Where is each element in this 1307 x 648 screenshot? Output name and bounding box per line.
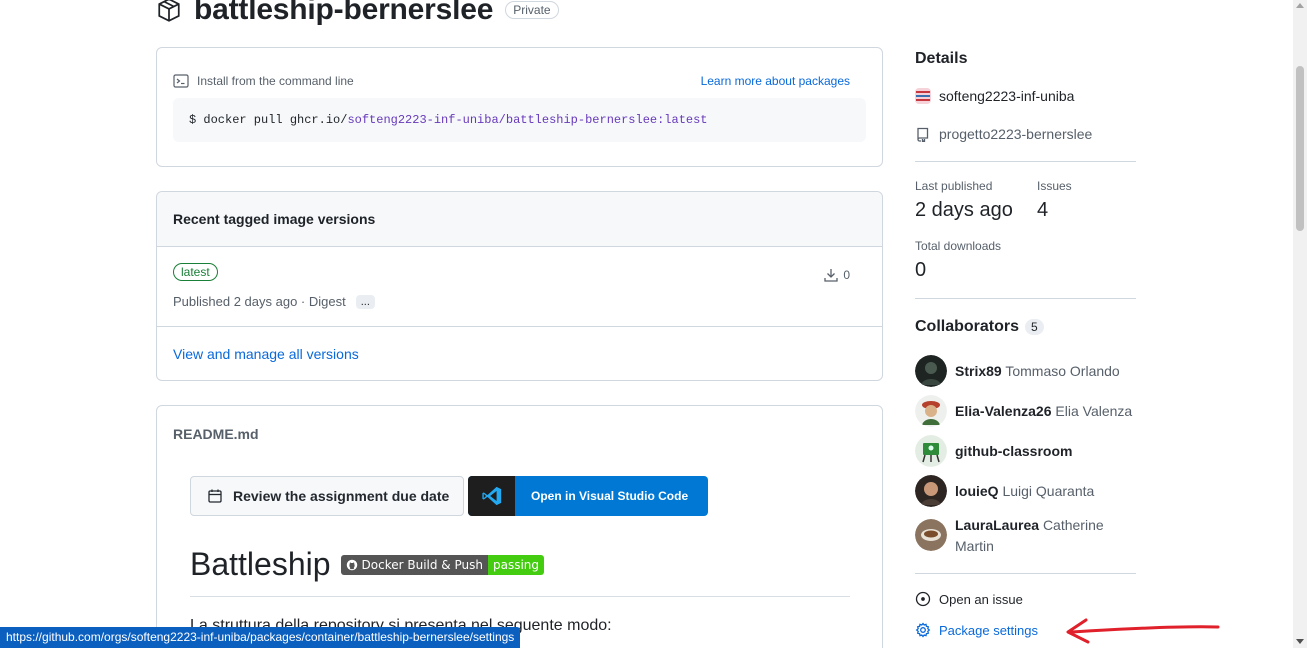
review-due-date-button[interactable]: Review the assignment due date [190, 476, 464, 516]
terminal-icon [173, 74, 189, 88]
learn-more-link[interactable]: Learn more about packages [701, 74, 850, 88]
badge-status: passing [487, 554, 544, 575]
total-downloads-label: Total downloads [915, 239, 1002, 253]
collaborator-item[interactable]: Strix89 Tommaso Orlando [915, 355, 1136, 387]
collaborator-login: louieQ [955, 482, 999, 499]
page-header: battleship-bernerslee Private [156, 0, 559, 28]
collaborator-item[interactable]: louieQ Luigi Quaranta [915, 475, 1136, 507]
repo-link[interactable]: progetto2223-bernerslee [915, 126, 1092, 142]
versions-panel: Recent tagged image versions latest Publ… [156, 191, 883, 381]
open-vscode-label: Open in Visual Studio Code [531, 489, 689, 503]
page-title: battleship-bernerslee [194, 0, 494, 26]
details-heading: Details [915, 50, 968, 67]
collaborator-item[interactable]: LauraLaurea Catherine Martin [915, 515, 1136, 557]
sidebar-divider [915, 573, 1136, 574]
version-downloads: 0 [823, 267, 850, 283]
published-text: Published 2 days ago · Digest [173, 294, 346, 309]
download-count: 0 [843, 268, 850, 282]
digest-expand-button[interactable]: ... [355, 294, 375, 309]
review-due-date-label: Review the assignment due date [233, 488, 450, 504]
collaborator-name: Luigi Quaranta [1002, 482, 1095, 499]
package-settings-label: Package settings [939, 622, 1039, 638]
open-vscode-button[interactable]: Open in Visual Studio Code [468, 476, 708, 516]
command-org: softeng2223-inf-uniba [347, 113, 499, 127]
collaborator-login: LauraLaurea [955, 517, 1040, 533]
collaborator-login: github-classroom [955, 442, 1073, 459]
github-icon [346, 559, 357, 570]
issues-label: Issues [1037, 179, 1072, 193]
version-row: latest Published 2 days ago · Digest ...… [157, 247, 882, 327]
command-slash: / [498, 113, 506, 127]
collaborators-count: 5 [1025, 318, 1044, 335]
repo-icon [917, 127, 929, 142]
readme-title: Battleship [190, 546, 331, 582]
last-published-value: 2 days ago [915, 199, 1013, 221]
published-info: Published 2 days ago · Digest ... [173, 294, 375, 309]
issues-value: 4 [1037, 199, 1049, 221]
visibility-badge: Private [505, 1, 559, 19]
avatar [915, 395, 947, 427]
sidebar-divider [915, 161, 1136, 162]
command-prefix: $ docker pull ghcr.io/ [189, 113, 348, 127]
package-icon [158, 0, 180, 22]
status-bar-url: https://github.com/orgs/softeng2223-inf-… [0, 627, 521, 648]
collaborator-name: Elia Valenza [1055, 402, 1133, 419]
total-downloads-value: 0 [915, 259, 927, 281]
package-settings-link[interactable]: Package settings [915, 622, 1038, 638]
scrollbar-thumb[interactable] [1296, 66, 1304, 231]
readme-title-row: Battleship Docker Build & Push passing [190, 546, 544, 583]
readme-panel: README.md Review the assignment due date… [156, 405, 883, 648]
collaborator-item[interactable]: github-classroom [915, 435, 1136, 467]
issue-opened-icon [915, 591, 931, 607]
versions-heading: Recent tagged image versions [157, 192, 882, 247]
open-issue-label: Open an issue [939, 591, 1023, 607]
page-scrollbar[interactable] [1293, 0, 1307, 648]
avatar [915, 475, 947, 507]
collaborator-login: Elia-Valenza26 [955, 402, 1052, 419]
avatar [915, 435, 947, 467]
gear-icon [915, 622, 931, 638]
collaborator-item[interactable]: Elia-Valenza26 Elia Valenza [915, 395, 1136, 427]
install-panel: Install from the command line Learn more… [156, 47, 883, 167]
build-status-badge[interactable]: Docker Build & Push passing [340, 554, 544, 575]
avatar [915, 519, 947, 551]
repo-name: progetto2223-bernerslee [939, 126, 1093, 142]
collaborators-heading[interactable]: Collaborators 5 [915, 318, 1044, 336]
vscode-logo-icon [468, 476, 515, 516]
org-link[interactable]: softeng2223-inf-uniba [915, 88, 1074, 104]
annotation-arrow-icon [1066, 618, 1220, 644]
avatar [915, 355, 947, 387]
sidebar-divider [915, 298, 1136, 299]
readme-divider [190, 596, 850, 597]
collaborator-name: Tommaso Orlando [1005, 362, 1120, 379]
org-name: softeng2223-inf-uniba [939, 88, 1075, 104]
command-repo: battleship-bernerslee:latest [505, 113, 708, 127]
org-avatar-icon [915, 88, 931, 104]
install-command[interactable]: $ docker pull ghcr.io/softeng2223-inf-un… [173, 98, 866, 142]
install-heading: Install from the command line [197, 74, 354, 88]
tag-label[interactable]: latest [173, 263, 218, 281]
calendar-icon [208, 489, 222, 503]
badge-label: Docker Build & Push [361, 557, 483, 572]
collaborator-login: Strix89 [955, 362, 1002, 379]
open-issue-link[interactable]: Open an issue [915, 591, 1023, 607]
collaborators-title: Collaborators [915, 318, 1020, 335]
last-published-label: Last published [915, 179, 993, 193]
scroll-up-arrow-icon[interactable] [1296, 3, 1304, 8]
manage-versions-link[interactable]: View and manage all versions [173, 346, 359, 362]
scroll-down-arrow-icon[interactable] [1296, 639, 1304, 644]
download-icon [824, 269, 838, 282]
readme-filename: README.md [173, 426, 259, 442]
